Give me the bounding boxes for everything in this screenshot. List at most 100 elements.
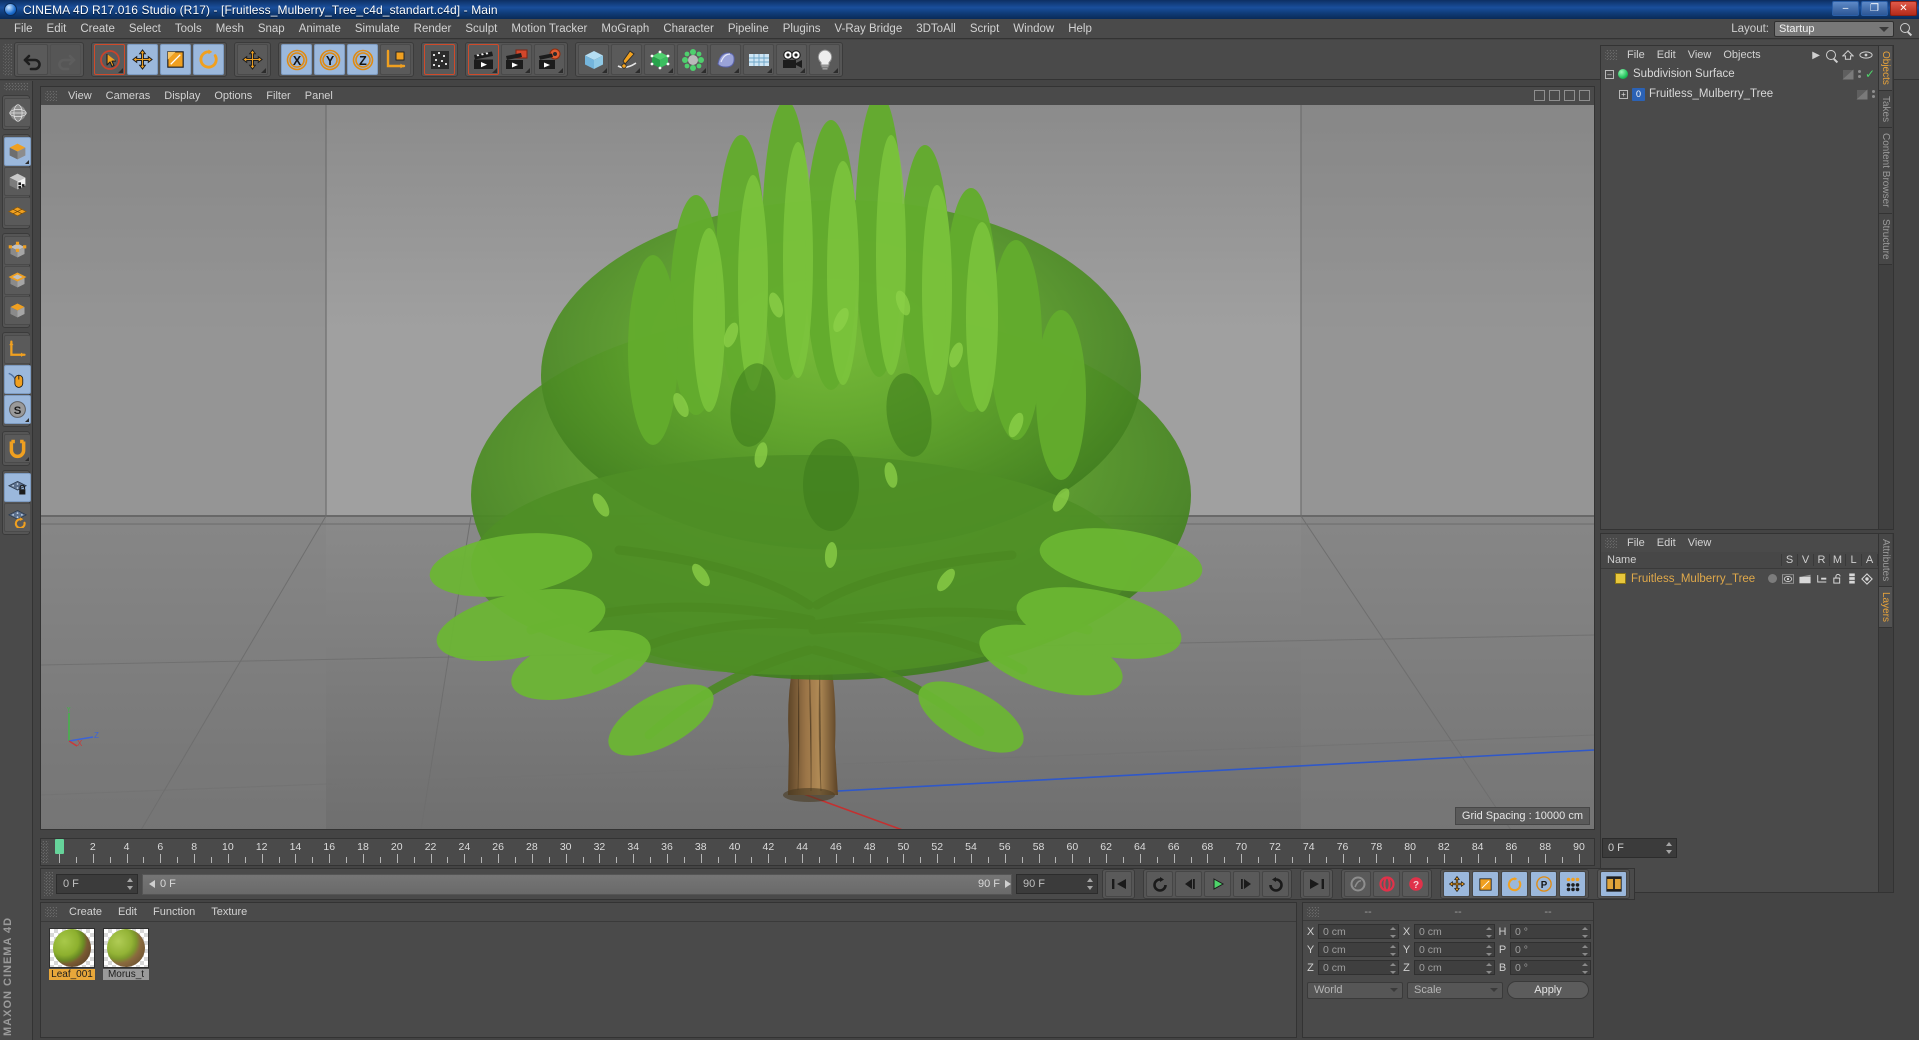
timeline-ticks[interactable]: 0246810121416182022242628303234363840424… <box>51 839 1594 866</box>
material-thumbnail[interactable] <box>103 928 149 968</box>
menu-render[interactable]: Render <box>407 19 459 39</box>
layer-row[interactable]: Fruitless_Mulberry_Tree <box>1601 569 1893 588</box>
render-to-picture-viewer-button[interactable] <box>501 44 532 75</box>
menu-3dtoall[interactable]: 3DToAll <box>909 19 963 39</box>
eye-icon[interactable] <box>1859 49 1873 61</box>
enable-axis-modification-button[interactable] <box>4 365 31 394</box>
rotation-key-button[interactable] <box>1501 871 1528 897</box>
scale-tool[interactable] <box>160 44 191 75</box>
menu-file[interactable]: File <box>7 19 40 39</box>
go-to-previous-key-button[interactable] <box>1146 871 1173 897</box>
object-tree[interactable]: – Subdivision Surface ✓ + 0 Fruitless_Mu… <box>1601 64 1893 529</box>
animation-icon[interactable] <box>1848 573 1856 584</box>
keyframe-selection-button[interactable]: ? <box>1402 871 1429 897</box>
texture-axis-tool[interactable] <box>4 98 31 127</box>
planar-workplane-button[interactable] <box>4 503 31 532</box>
overflow-arrow-icon[interactable]: ▶ <box>1812 50 1820 61</box>
material-menu-texture[interactable]: Texture <box>203 906 255 918</box>
range-end-handle-icon[interactable] <box>1005 880 1011 888</box>
record-active-objects-button[interactable] <box>1344 871 1371 897</box>
animation-end-field[interactable]: 90 F <box>1016 874 1098 894</box>
move-tool[interactable] <box>127 44 158 75</box>
expand-toggle-icon[interactable]: – <box>1605 69 1614 79</box>
workplane-lock-button[interactable] <box>4 473 31 502</box>
stepper-icon[interactable] <box>1390 945 1396 956</box>
model-mode-button[interactable] <box>4 137 31 166</box>
timeline-button[interactable] <box>1600 871 1627 897</box>
range-start-handle-icon[interactable] <box>149 880 155 888</box>
menu-edit[interactable]: Edit <box>40 19 74 39</box>
render-clapper-icon[interactable] <box>1799 574 1811 584</box>
lock-z-axis-button[interactable]: Z <box>347 44 378 75</box>
material-thumbnail[interactable] <box>49 928 95 968</box>
noise-preview-button[interactable] <box>424 44 455 75</box>
step-back-button[interactable] <box>1175 871 1202 897</box>
menu-help[interactable]: Help <box>1061 19 1099 39</box>
render-view-button[interactable] <box>468 44 499 75</box>
maximize-button[interactable]: ❐ <box>1861 1 1888 16</box>
viewport-menu-panel[interactable]: Panel <box>298 90 340 102</box>
menu-character[interactable]: Character <box>656 19 721 39</box>
layer-menu-edit[interactable]: Edit <box>1651 537 1682 549</box>
animation-toolbar-grip[interactable] <box>44 872 53 896</box>
timeline-ruler[interactable]: 0246810121416182022242628303234363840424… <box>40 838 1595 866</box>
menu-pipeline[interactable]: Pipeline <box>721 19 776 39</box>
viewport-menu-view[interactable]: View <box>61 90 99 102</box>
menu-simulate[interactable]: Simulate <box>348 19 407 39</box>
toolbar-grip[interactable] <box>3 43 12 76</box>
menu-plugins[interactable]: Plugins <box>776 19 828 39</box>
add-spline-button[interactable] <box>611 44 642 75</box>
autokeying-button[interactable] <box>1373 871 1400 897</box>
object-menu-view[interactable]: View <box>1682 49 1718 61</box>
position-key-button[interactable] <box>1443 871 1470 897</box>
rotate-tool[interactable] <box>193 44 224 75</box>
menu-motion-tracker[interactable]: Motion Tracker <box>504 19 594 39</box>
layer-menu-view[interactable]: View <box>1682 537 1718 549</box>
menu-snap[interactable]: Snap <box>251 19 292 39</box>
add-cube-button[interactable] <box>578 44 609 75</box>
step-forward-button[interactable] <box>1233 871 1260 897</box>
rotate-view-icon[interactable] <box>1564 90 1575 101</box>
play-button[interactable] <box>1204 871 1231 897</box>
lock-open-icon[interactable] <box>1833 573 1843 584</box>
add-environment-button[interactable] <box>710 44 741 75</box>
manager-icon[interactable] <box>1816 574 1828 584</box>
rotation-p-field[interactable]: 0 ° <box>1510 942 1591 957</box>
lock-x-axis-button[interactable]: X <box>281 44 312 75</box>
stepper-icon[interactable] <box>1486 945 1492 956</box>
viewport-menu-display[interactable]: Display <box>157 90 207 102</box>
position-y-field[interactable]: 0 cm <box>1318 942 1399 957</box>
layer-menu-file[interactable]: File <box>1621 537 1651 549</box>
stepper-icon[interactable] <box>1486 963 1492 974</box>
tab-objects[interactable]: Objects <box>1879 46 1892 91</box>
edges-mode-button[interactable] <box>4 266 31 295</box>
add-light-button[interactable] <box>809 44 840 75</box>
minimize-button[interactable]: – <box>1832 1 1859 16</box>
animation-start-field[interactable]: 0 F <box>56 874 138 894</box>
object-manager-grip[interactable] <box>1605 50 1617 60</box>
size-y-field[interactable]: 0 cm <box>1414 942 1495 957</box>
layer-color-swatch[interactable] <box>1615 573 1626 584</box>
search-icon[interactable] <box>1899 22 1913 36</box>
add-generator-button[interactable] <box>644 44 675 75</box>
coordinate-mode-dropdown[interactable]: Scale <box>1407 981 1503 999</box>
zoom-view-icon[interactable] <box>1549 90 1560 101</box>
rotation-h-field[interactable]: 0 ° <box>1510 924 1591 939</box>
stepper-icon[interactable] <box>1486 927 1492 938</box>
menu-vray-bridge[interactable]: V-Ray Bridge <box>827 19 909 39</box>
workplane-mode-button[interactable] <box>4 197 31 226</box>
texture-mode-button[interactable] <box>4 167 31 196</box>
point-level-animation-button[interactable] <box>1559 871 1586 897</box>
lock-y-axis-button[interactable]: Y <box>314 44 345 75</box>
tab-content-browser[interactable]: Content Browser <box>1879 128 1892 214</box>
home-icon[interactable] <box>1842 49 1854 61</box>
polygons-mode-button[interactable] <box>4 296 31 325</box>
stepper-icon[interactable] <box>1390 963 1396 974</box>
tab-takes[interactable]: Takes <box>1879 90 1892 129</box>
stepper-icon[interactable] <box>1582 963 1588 974</box>
stepper-icon[interactable] <box>1582 945 1588 956</box>
material-menu-create[interactable]: Create <box>61 906 110 918</box>
menu-mograph[interactable]: MoGraph <box>594 19 656 39</box>
check-icon[interactable]: ✓ <box>1865 68 1875 80</box>
redo-button[interactable] <box>50 44 81 75</box>
